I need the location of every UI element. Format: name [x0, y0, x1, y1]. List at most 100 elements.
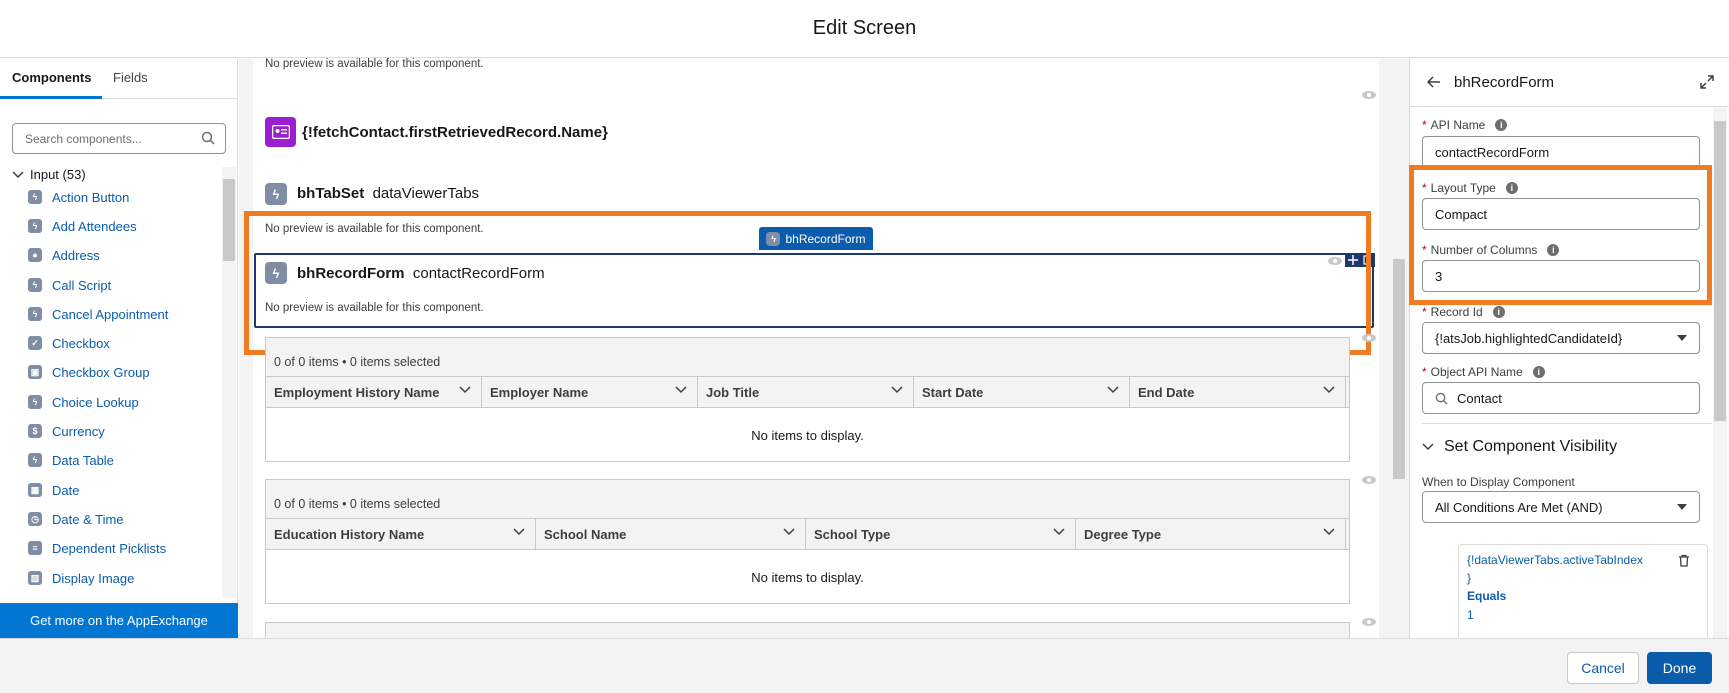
- list-item[interactable]: ▣ Checkbox Group: [28, 361, 150, 383]
- object-api-name-label: * Object API Name i: [1422, 365, 1545, 379]
- trash-icon[interactable]: [1678, 554, 1690, 567]
- location-icon: ●: [28, 248, 42, 262]
- datetime-icon: ◷: [28, 512, 42, 526]
- caret-down-icon: [1677, 335, 1687, 341]
- group-label: Input (53): [30, 167, 86, 182]
- properties-panel: bhRecordForm * API Name i contactRecordFor…: [1409, 59, 1729, 638]
- properties-header: bhRecordForm: [1410, 59, 1729, 107]
- table-status: 0 of 0 items • 0 items selected: [274, 355, 441, 369]
- back-arrow-icon[interactable]: [1427, 76, 1441, 88]
- picklist-icon: ≡: [28, 541, 42, 555]
- scrollbar-thumb[interactable]: [223, 179, 235, 261]
- column-header[interactable]: School Name: [536, 519, 806, 549]
- column-header[interactable]: Degree Type: [1076, 519, 1346, 549]
- column-header[interactable]: Employer Name: [482, 377, 698, 407]
- table-header-row: Education History Name School Name Schoo…: [266, 518, 1349, 550]
- highlight-box-properties: [1409, 165, 1712, 305]
- image-icon: ▨: [28, 571, 42, 585]
- education-history-table: 0 of 0 items • 0 items selected Educatio…: [265, 479, 1350, 604]
- lightning-icon: ϟ: [28, 278, 42, 292]
- column-header[interactable]: End Date: [1130, 377, 1346, 407]
- employment-history-table: 0 of 0 items • 0 items selected Employme…: [265, 337, 1350, 462]
- record-id-label: * Record Id i: [1422, 305, 1505, 319]
- modal-title: Edit Screen: [812, 17, 917, 39]
- list-item[interactable]: ● Address: [28, 244, 100, 266]
- object-api-name-input[interactable]: Contact: [1422, 382, 1700, 414]
- eye-icon[interactable]: [1361, 90, 1377, 100]
- column-header[interactable]: Job Title: [698, 377, 914, 407]
- visibility-section-header[interactable]: Set Component Visibility: [1422, 438, 1617, 456]
- when-to-display-label: When to Display Component: [1422, 475, 1575, 489]
- checkbox-icon: ✓: [28, 336, 42, 350]
- eye-icon[interactable]: [1361, 333, 1377, 343]
- api-name-input[interactable]: contactRecordForm: [1422, 136, 1700, 168]
- info-icon: i: [1532, 366, 1545, 378]
- tabset-component-title[interactable]: bhTabSet dataViewerTabs: [297, 185, 479, 202]
- condition-value[interactable]: 1: [1467, 608, 1474, 622]
- chevron-down-icon: [1107, 386, 1119, 394]
- empty-message: No items to display.: [751, 570, 864, 585]
- table-status: 0 of 0 items • 0 items selected: [274, 497, 441, 511]
- column-header[interactable]: Education History Name: [266, 519, 536, 549]
- edit-screen-modal: Edit Screen Components Fields Search com…: [0, 0, 1729, 693]
- condition-operator[interactable]: Equals: [1467, 589, 1506, 603]
- column-header[interactable]: School Type: [806, 519, 1076, 549]
- info-icon: i: [1492, 306, 1505, 318]
- modal-footer: Cancel Done: [0, 638, 1729, 693]
- search-icon: [201, 131, 215, 150]
- properties-title: bhRecordForm: [1454, 74, 1555, 91]
- list-item[interactable]: $ Currency: [28, 420, 105, 442]
- list-item[interactable]: ϟ Call Script: [28, 274, 111, 296]
- components-scrollbar[interactable]: [222, 167, 236, 597]
- column-header[interactable]: Start Date: [914, 377, 1130, 407]
- list-item[interactable]: ϟ Add Attendees: [28, 215, 137, 237]
- lightning-icon: ϟ: [28, 219, 42, 233]
- lightning-icon: ϟ: [265, 183, 287, 205]
- condition-resource[interactable]: {!dataViewerTabs.activeTabIndex: [1467, 553, 1643, 567]
- appexchange-button[interactable]: Get more on the AppExchange: [0, 603, 238, 638]
- chevron-down-icon: [675, 386, 687, 394]
- scrollbar-thumb[interactable]: [1393, 259, 1405, 479]
- info-icon: i: [1495, 119, 1508, 131]
- search-placeholder: Search components...: [25, 132, 142, 146]
- list-item[interactable]: ✓ Checkbox: [28, 332, 110, 354]
- no-preview-text: No preview is available for this compone…: [265, 58, 484, 70]
- list-item[interactable]: ▨ Display Image: [28, 567, 134, 589]
- lightning-icon: ϟ: [28, 307, 42, 321]
- list-item[interactable]: ϟ Data Table: [28, 449, 114, 471]
- contact-name-title[interactable]: {!fetchContact.firstRetrievedRecord.Name…: [302, 124, 608, 141]
- currency-icon: $: [28, 424, 42, 438]
- tab-components[interactable]: Components: [12, 70, 91, 85]
- eye-icon[interactable]: [1361, 617, 1377, 627]
- cancel-button[interactable]: Cancel: [1567, 652, 1639, 684]
- tab-fields[interactable]: Fields: [113, 70, 148, 85]
- next-component-edge: [265, 622, 1350, 638]
- done-button[interactable]: Done: [1647, 652, 1712, 684]
- input-group-header[interactable]: Input (53): [12, 167, 86, 182]
- lightning-icon: ϟ: [28, 190, 42, 204]
- chevron-down-icon: [1422, 443, 1434, 451]
- when-to-display-combobox[interactable]: All Conditions Are Met (AND): [1422, 491, 1700, 523]
- record-id-combobox[interactable]: {!atsJob.highlightedCandidateId}: [1422, 322, 1700, 354]
- eye-icon[interactable]: [1361, 475, 1377, 485]
- list-item[interactable]: ϟ Cancel Appointment: [28, 303, 168, 325]
- active-tab-indicator: [0, 96, 102, 99]
- caret-down-icon: [1677, 504, 1687, 510]
- column-header[interactable]: Employment History Name: [266, 377, 482, 407]
- scrollbar-thumb[interactable]: [1714, 121, 1726, 421]
- list-item[interactable]: ϟ Action Button: [28, 186, 129, 208]
- contact-card-icon: [265, 117, 296, 147]
- properties-scrollbar[interactable]: [1713, 107, 1727, 638]
- search-icon: [1435, 392, 1448, 405]
- list-item[interactable]: ▦ Date: [28, 479, 79, 501]
- search-components-input[interactable]: Search components...: [12, 123, 226, 154]
- list-item[interactable]: ϟ Choice Lookup: [28, 391, 139, 413]
- canvas-scrollbar[interactable]: [1392, 59, 1406, 638]
- expand-icon[interactable]: [1700, 75, 1714, 89]
- highlight-box-canvas: [244, 211, 1371, 355]
- list-item[interactable]: ≡ Dependent Picklists: [28, 537, 166, 559]
- panel-tabs: Components Fields: [0, 59, 238, 99]
- empty-message: No items to display.: [751, 428, 864, 443]
- api-name-label: * API Name i: [1422, 118, 1508, 132]
- list-item[interactable]: ◷ Date & Time: [28, 508, 124, 530]
